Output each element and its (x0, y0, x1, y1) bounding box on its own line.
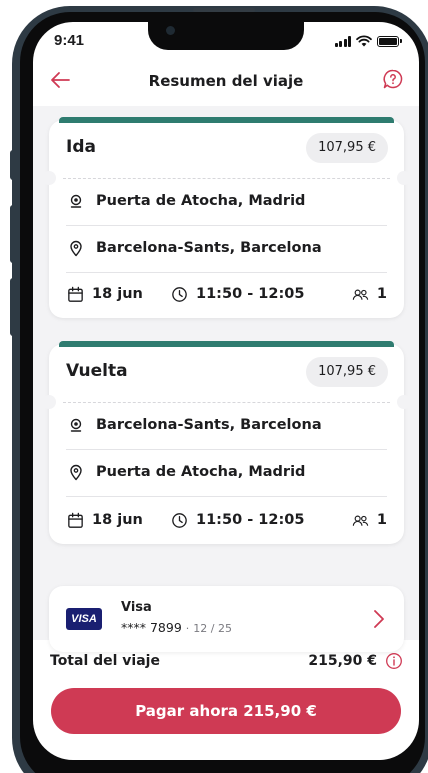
speaker-grille (193, 8, 255, 12)
trip-passengers: 1 (351, 285, 387, 304)
card-number: **** 7899 (121, 620, 182, 635)
camera-notch (148, 22, 304, 50)
trip-date-text: 18 jun (92, 286, 143, 302)
origin-dot-icon (70, 194, 82, 208)
status-icons (334, 35, 402, 47)
ticket-header: Vuelta 107,95 € (49, 344, 404, 402)
trip-details-row: 18 jun 11:50 - 12:05 1 (66, 500, 387, 540)
total-amount: 215,90 € (308, 653, 377, 669)
ticket-price-badge: 107,95 € (306, 357, 388, 387)
total-label: Total del viaje (50, 653, 160, 669)
calendar-icon (68, 512, 83, 528)
card-number-line: **** 7899 · 12 / 25 (121, 620, 232, 635)
destination-station: Barcelona-Sants, Barcelona (96, 240, 322, 256)
visa-logo: VISA (66, 608, 102, 630)
signal-icon (334, 35, 351, 47)
chevron-right-icon[interactable] (372, 608, 386, 630)
status-time: 9:41 (54, 32, 85, 49)
origin-station: Puerta de Atocha, Madrid (96, 193, 306, 209)
passenger-count: 1 (376, 286, 387, 302)
clock-icon (172, 512, 187, 528)
origin-row: Barcelona-Sants, Barcelona (66, 403, 387, 447)
volume-down-button (10, 278, 16, 336)
trip-time: 11:50 - 12:05 (170, 511, 330, 530)
destination-station: Puerta de Atocha, Madrid (96, 464, 306, 480)
mute-switch (10, 150, 16, 180)
front-camera (166, 26, 175, 35)
ticket-direction: Vuelta (66, 361, 128, 381)
card-brand: Visa (121, 600, 152, 615)
location-pin-icon (70, 464, 82, 481)
pay-now-button[interactable]: Pagar ahora 215,90 € (51, 688, 401, 734)
passengers-icon (352, 515, 369, 526)
divider (66, 272, 387, 273)
ticket-return: Vuelta 107,95 € Barcelona-Sants, Barcelo… (42, 341, 411, 544)
phone-screen: 9:41 Resumen del viaje Ida 107,95 € Puer… (33, 22, 419, 760)
clock-icon (172, 286, 187, 302)
trip-date: 18 jun (66, 285, 170, 304)
calendar-icon (68, 286, 83, 302)
origin-dot-icon (70, 418, 82, 432)
destination-row: Barcelona-Sants, Barcelona (66, 226, 387, 270)
passengers-icon (352, 289, 369, 300)
question-bubble-icon[interactable] (381, 67, 405, 91)
trip-total-row: Total del viaje 215,90 € (33, 648, 419, 674)
info-icon[interactable] (385, 652, 403, 670)
ticket-outbound: Ida 107,95 € Puerta de Atocha, Madrid Ba… (42, 117, 411, 318)
card-expiry: 12 / 25 (193, 622, 232, 635)
volume-up-button (10, 205, 16, 263)
wifi-icon (356, 35, 372, 47)
trip-time: 11:50 - 12:05 (170, 285, 330, 304)
origin-row: Puerta de Atocha, Madrid (66, 179, 387, 223)
divider (66, 496, 387, 497)
ticket-price-badge: 107,95 € (306, 133, 388, 163)
ticket-direction: Ida (66, 137, 96, 157)
destination-row: Puerta de Atocha, Madrid (66, 450, 387, 494)
payment-method-card[interactable]: VISA Visa **** 7899 · 12 / 25 (49, 586, 404, 652)
passenger-count: 1 (376, 512, 387, 528)
trip-date: 18 jun (66, 511, 170, 530)
trip-summary-content[interactable]: Ida 107,95 € Puerta de Atocha, Madrid Ba… (33, 106, 419, 652)
trip-passengers: 1 (351, 511, 387, 530)
origin-station: Barcelona-Sants, Barcelona (96, 417, 322, 433)
app-header: Resumen del viaje (33, 62, 419, 98)
trip-time-text: 11:50 - 12:05 (196, 512, 305, 528)
ticket-header: Ida 107,95 € (49, 120, 404, 178)
trip-time-text: 11:50 - 12:05 (196, 286, 305, 302)
trip-details-row: 18 jun 11:50 - 12:05 1 (66, 274, 387, 314)
card-separator: · (185, 622, 190, 635)
trip-date-text: 18 jun (92, 512, 143, 528)
battery-icon (377, 35, 402, 47)
page-title: Resumen del viaje (148, 72, 304, 90)
location-pin-icon (70, 240, 82, 257)
